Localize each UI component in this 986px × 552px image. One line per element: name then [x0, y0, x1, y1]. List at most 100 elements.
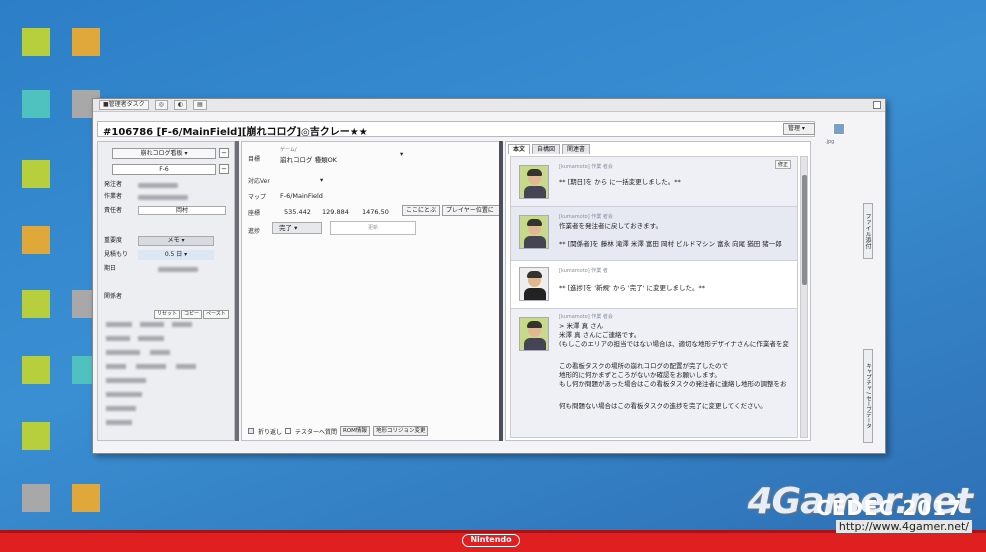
tab-composition[interactable]: 自構図 — [532, 144, 561, 154]
player-position-button[interactable]: プレイヤー位置に — [442, 205, 500, 216]
terrain-collision-button[interactable]: 地形コリジョン変更 — [372, 426, 429, 436]
desktop-tile[interactable] — [22, 160, 50, 188]
desktop-tile[interactable] — [22, 290, 50, 318]
deadline-label: 期日 — [104, 265, 117, 272]
tab-capture-savedata[interactable]: キャプチャ / セーブデータ — [863, 349, 873, 443]
worker-row: 作業者 — [104, 192, 232, 202]
tab-file-attach[interactable]: ファイル添付 — [863, 203, 873, 259]
reset-button[interactable]: リセット — [154, 310, 181, 319]
importance-dropdown[interactable]: メモ ▾ — [138, 236, 214, 246]
task-properties-panel: 崩れコログ看板 ▾ − F-6 − 発注者 作業者 責任者 岡村 重要度 メモ … — [97, 141, 235, 441]
orderer-value — [138, 183, 178, 188]
tab-related[interactable]: 関連書 — [562, 144, 591, 154]
tester-label: テスターへ質問 — [295, 428, 338, 436]
window-titlebar: ■管理者タスク ◎ ◐ ▤ — [93, 99, 885, 112]
related-row: 関係者 — [104, 292, 232, 302]
attachment-filename: .jpg — [825, 139, 835, 145]
update-button[interactable]: 更新 — [330, 221, 416, 235]
close-icon[interactable] — [873, 101, 881, 109]
desktop-tile[interactable] — [22, 90, 50, 118]
related-people-list[interactable] — [106, 322, 226, 432]
tab-body[interactable]: 本文 — [508, 144, 531, 154]
tester-checkbox[interactable] — [285, 428, 292, 434]
panel-splitter[interactable] — [499, 141, 503, 441]
coord-x[interactable]: 535.442 — [284, 208, 311, 216]
comment-item[interactable]: [kumamoto] 作業 者会 作業者を発注者に戻しておきます。 ** [関係… — [511, 207, 797, 261]
avatar — [519, 215, 549, 249]
coord-label: 座標 — [248, 210, 261, 217]
coord-z[interactable]: 1476.50 — [362, 208, 389, 216]
image-thumbnail-icon[interactable] — [833, 123, 845, 135]
orderer-row: 発注者 — [104, 180, 232, 190]
desktop-tile[interactable] — [22, 226, 50, 254]
wrap-label: 折り返し — [258, 428, 283, 436]
comment-meta: [kumamoto] 作業 者会 — [559, 214, 613, 220]
copy-button[interactable]: コピー — [181, 310, 203, 319]
go-here-button[interactable]: ここにとぶ — [402, 205, 441, 216]
comment-meta: [kumamoto] 作業 者 — [559, 268, 608, 274]
orderer-label: 発注者 — [104, 181, 123, 188]
comment-text: ** [関係者]を 藤林 滝澤 米澤 富田 岡村 ビルドマシン 富永 向尾 猶田… — [559, 240, 782, 248]
comment-item[interactable]: [kumamoto] 作業 者会 ** [期日]を から に一括変更しました。*… — [511, 157, 797, 207]
rom-info-button[interactable]: ROM情報 — [340, 426, 370, 436]
minus-button[interactable]: − — [219, 164, 229, 174]
desktop-tile[interactable] — [22, 28, 50, 56]
estimate-row: 見積もり 0.5 日 ▾ — [104, 250, 232, 260]
paste-button[interactable]: ペースト — [203, 310, 229, 319]
status-dropdown[interactable]: 管理 ▾ — [783, 123, 815, 135]
back-icon[interactable]: ◎ — [154, 100, 168, 110]
task-window: ■管理者タスク ◎ ◐ ▤ #106786 [F-6/MainField][崩れ… — [92, 98, 886, 454]
wrap-checkbox[interactable] — [248, 428, 254, 434]
avatar — [519, 165, 549, 199]
worker-value — [138, 195, 188, 200]
detail-bottom-bar: 折り返し テスターへ質問 ROM情報 地形コリジョン変更 — [248, 426, 429, 436]
chevron-down-icon[interactable]: ▾ — [400, 150, 403, 158]
task-title: #106786 [F-6/MainField][崩れコログ]◎吉クレー★★ — [103, 127, 368, 138]
estimate-label: 見積もり — [104, 251, 129, 258]
category-dropdown[interactable]: 崩れコログ看板 ▾ — [112, 148, 216, 159]
comment-list[interactable]: [kumamoto] 作業 者会 ** [期日]を から に一括変更しました。*… — [510, 156, 798, 438]
scrollbar-thumb[interactable] — [802, 175, 807, 285]
importance-label: 重要度 — [104, 237, 123, 244]
comment-meta: [kumamoto] 作業 者会 — [559, 164, 613, 170]
coord-y[interactable]: 129.884 — [322, 208, 349, 216]
version-label: 対応Ver — [248, 178, 270, 185]
desktop-tile[interactable] — [22, 484, 50, 512]
comment-text: 作業者を発注者に戻しておきます。 — [559, 222, 662, 230]
subject-category: ゲーム/ — [280, 147, 297, 153]
area-field[interactable]: F-6 — [112, 164, 216, 175]
desktop-tile[interactable] — [72, 28, 100, 56]
progress-dropdown[interactable]: 完了 ▾ — [272, 222, 322, 234]
desktop-tile[interactable] — [72, 484, 100, 512]
comment-scrollbar[interactable] — [800, 156, 808, 438]
responsible-field[interactable]: 岡村 — [138, 206, 226, 215]
watermark-url: http://www.4gamer.net/ — [835, 520, 972, 533]
comment-text: ** [期日]を から に一括変更しました。** — [559, 178, 681, 186]
desktop-tile[interactable] — [22, 356, 50, 384]
deadline-value[interactable] — [158, 267, 198, 272]
edit-button[interactable]: 修正 — [774, 160, 791, 169]
task-detail-panel: 目標 ゲーム/ 崩れコログ 種類OK ▾ 対応Ver ▾ マップ F-6/Mai… — [241, 141, 503, 441]
chevron-down-icon[interactable]: ▾ — [320, 176, 323, 184]
subject-value[interactable]: 崩れコログ 種類OK — [280, 154, 337, 164]
forward-icon[interactable]: ◐ — [173, 100, 188, 110]
comment-item[interactable]: [kumamoto] 作業 者会 > 米澤 真 さん 米澤 真 さんにご連絡です… — [511, 309, 797, 437]
avatar — [519, 317, 549, 351]
estimate-dropdown[interactable]: 0.5 日 ▾ — [138, 250, 214, 260]
panel-splitter[interactable] — [235, 141, 239, 441]
grid-icon[interactable]: ▤ — [193, 100, 207, 110]
attachment-strip: .jpg ファイル添付 キャプチャ / セーブデータ — [815, 113, 877, 443]
map-label: マップ — [248, 194, 267, 201]
tab-admin-task[interactable]: ■管理者タスク — [99, 100, 149, 110]
comment-item[interactable]: [kumamoto] 作業 者 ** [進捗]を '新規' から '完了' に変… — [511, 261, 797, 309]
comment-line: (もしこのエリアの担当ではない場合は、適切な地形デザイナさんに作業者を変 — [559, 340, 789, 348]
cedec-logo: CEDEC 2017 — [816, 496, 962, 520]
desktop-tile[interactable] — [22, 422, 50, 450]
comment-meta: [kumamoto] 作業 者会 — [559, 314, 613, 320]
map-value[interactable]: F-6/MainField — [280, 192, 323, 200]
watermark: 4Gamer.net CEDEC 2017 http://www.4gamer.… — [748, 484, 973, 533]
comment-line: もし何か問題があった場合はこの看板タスクの発注者に連絡し地形の調整をお — [559, 380, 787, 388]
minus-button[interactable]: − — [219, 148, 229, 158]
comment-line: 何も問題ない場合はこの看板タスクの進捗を完了に変更してください。 — [559, 402, 767, 410]
progress-label: 進捗 — [248, 228, 261, 235]
